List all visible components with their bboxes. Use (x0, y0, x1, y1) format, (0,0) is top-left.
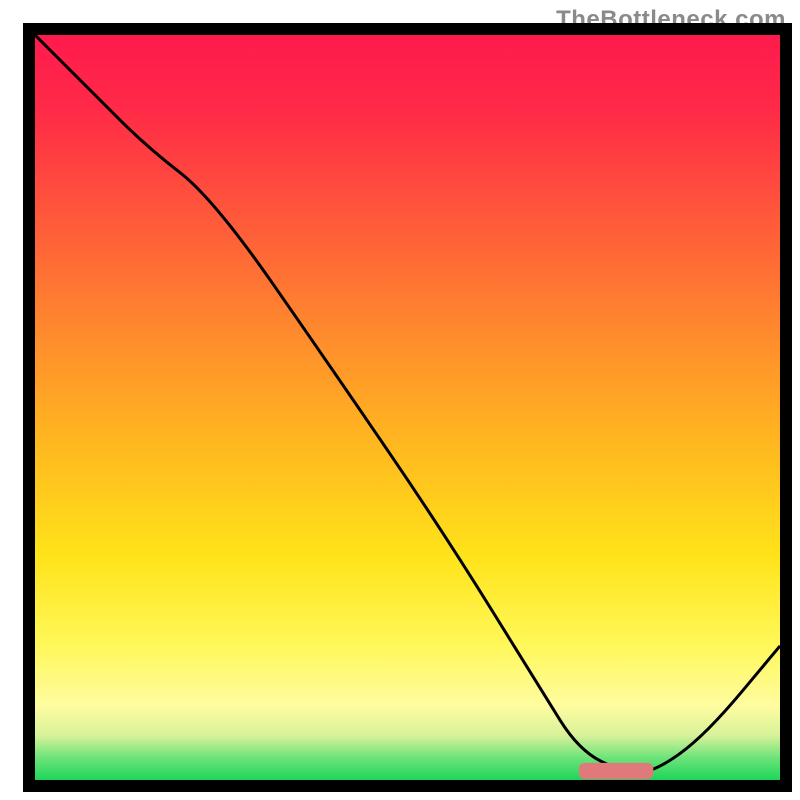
bottleneck-chart (0, 0, 800, 800)
chart-container: TheBottleneck.com (0, 0, 800, 800)
optimal-range-marker (579, 763, 654, 779)
